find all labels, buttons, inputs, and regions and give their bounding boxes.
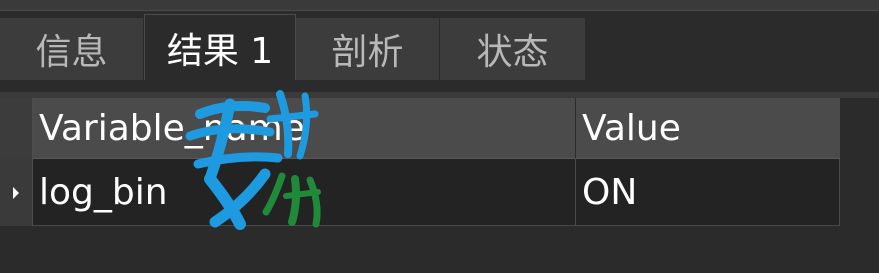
- query-result-window: 信息 结果 1 剖析 状态 Variable_name Value log_bi…: [0, 0, 879, 273]
- cell-variable-name[interactable]: log_bin: [33, 159, 576, 226]
- cell-value[interactable]: ON: [576, 159, 840, 226]
- result-tabbar: 信息 结果 1 剖析 状态: [0, 14, 879, 80]
- column-header-value[interactable]: Value: [576, 98, 840, 159]
- tab-status[interactable]: 状态: [440, 18, 586, 80]
- current-row-arrow-icon: [13, 186, 19, 199]
- table-row[interactable]: log_bin ON: [0, 159, 840, 226]
- column-header-variable-name[interactable]: Variable_name: [33, 98, 576, 159]
- tab-profile[interactable]: 剖析: [296, 18, 440, 80]
- row-selector[interactable]: [0, 159, 33, 226]
- tab-result-1[interactable]: 结果 1: [144, 14, 296, 80]
- grid-corner-cell[interactable]: [0, 98, 33, 159]
- top-toolbar-strip: [0, 0, 879, 11]
- tab-info[interactable]: 信息: [0, 18, 144, 80]
- grid-header-row: Variable_name Value: [0, 98, 840, 159]
